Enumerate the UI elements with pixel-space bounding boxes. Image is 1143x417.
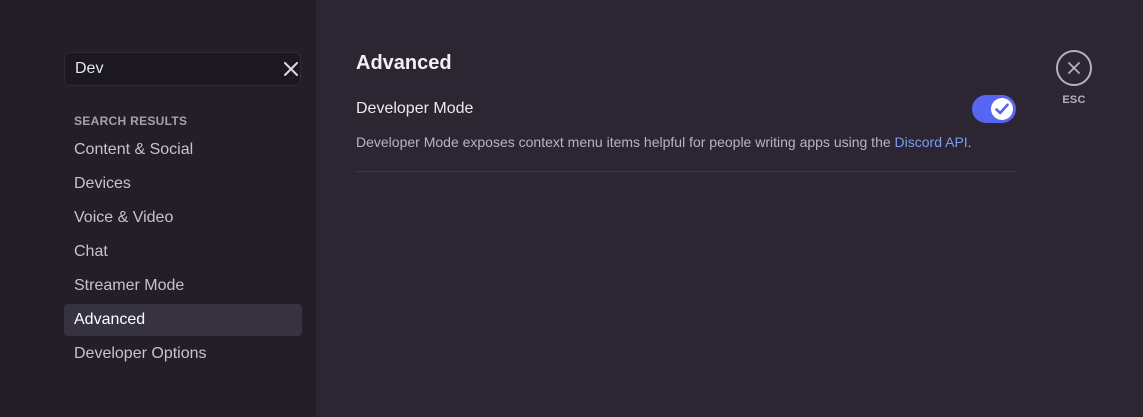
description-end: . — [967, 134, 972, 150]
page-title: Advanced — [356, 52, 452, 74]
sidebar-item-content-social[interactable]: Content & Social — [64, 134, 302, 166]
discord-api-link[interactable]: Discord API — [895, 134, 968, 150]
developer-mode-toggle[interactable] — [972, 95, 1016, 123]
esc-label: ESC — [1062, 94, 1086, 106]
sidebar-item-advanced[interactable]: Advanced — [64, 304, 302, 336]
divider — [356, 171, 1016, 172]
search-results-header: SEARCH RESULTS — [74, 114, 188, 128]
checkmark-icon — [995, 103, 1009, 115]
description-text: Developer Mode exposes context menu item… — [356, 134, 895, 150]
sidebar-item-developer-options[interactable]: Developer Options — [64, 338, 302, 370]
search-results-list: Content & Social Devices Voice & Video C… — [64, 134, 302, 372]
sidebar-item-devices[interactable]: Devices — [64, 168, 302, 200]
close-icon — [1068, 62, 1080, 74]
close-control: ESC — [1055, 50, 1093, 106]
sidebar: SEARCH RESULTS Content & Social Devices … — [0, 0, 316, 417]
sidebar-item-chat[interactable]: Chat — [64, 236, 302, 268]
developer-mode-description: Developer Mode exposes context menu item… — [356, 134, 1016, 150]
developer-mode-label: Developer Mode — [356, 100, 474, 117]
clear-search-button[interactable] — [282, 52, 300, 86]
toggle-knob — [991, 98, 1013, 120]
close-icon — [284, 62, 298, 76]
search-box[interactable] — [64, 52, 301, 86]
close-button[interactable] — [1056, 50, 1092, 86]
sidebar-item-streamer-mode[interactable]: Streamer Mode — [64, 270, 302, 302]
sidebar-item-voice-video[interactable]: Voice & Video — [64, 202, 302, 234]
search-input[interactable] — [75, 60, 282, 78]
